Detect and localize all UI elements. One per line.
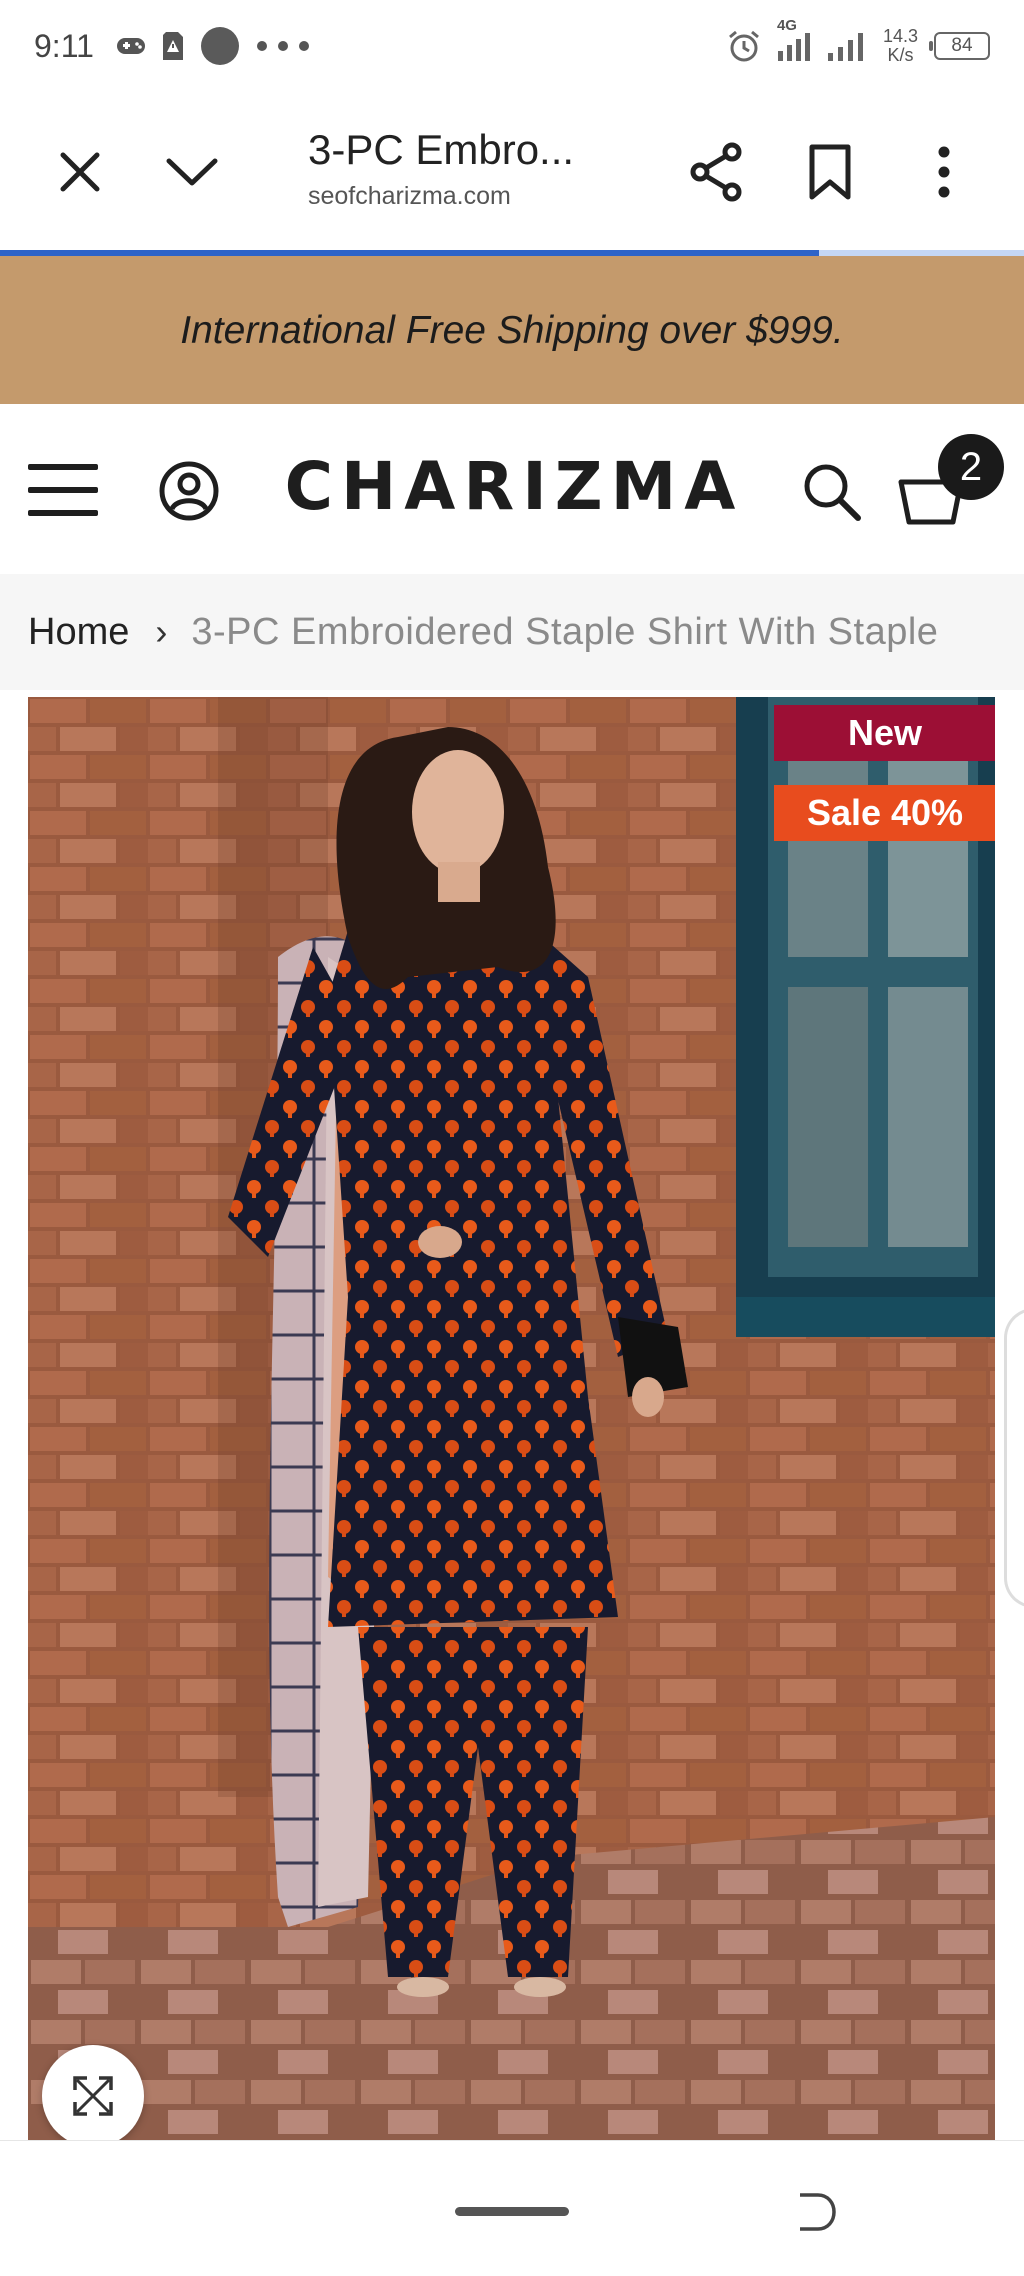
menu-line: [28, 510, 98, 516]
shipping-text: International Free Shipping over $999.: [180, 308, 844, 352]
close-tab-button[interactable]: [40, 132, 120, 212]
more-options-button[interactable]: [904, 132, 984, 212]
more-vert-icon: [938, 146, 950, 198]
network-label: 4G: [776, 17, 797, 34]
bookmark-icon: [809, 144, 851, 200]
breadcrumb-home[interactable]: Home: [28, 611, 129, 654]
site-header: CHARIZMA: [0, 404, 1024, 574]
expand-image-button[interactable]: [42, 2045, 144, 2140]
notification-icons: [116, 26, 310, 66]
status-bar: 9:11 4G 14.3 K/s 84: [0, 0, 1024, 92]
system-nav-bar: [0, 2140, 1024, 2276]
back-gesture-icon[interactable]: [790, 2187, 840, 2237]
signal-4g: 4G: [777, 17, 811, 61]
breadcrumb: Home › 3-PC Embroidered Staple Shirt Wit…: [0, 574, 1024, 690]
gamepad-icon: [116, 38, 145, 54]
signal-icon-2: [827, 33, 863, 61]
menu-icon[interactable]: [28, 464, 98, 516]
cart-count-badge[interactable]: 2: [938, 434, 1004, 500]
dot-icon: [200, 27, 239, 65]
sim-alert-icon: [162, 32, 183, 60]
battery-level: 84: [951, 35, 973, 56]
status-left: 9:11: [34, 26, 310, 66]
share-icon: [690, 142, 742, 202]
badge-sale: Sale 40%: [774, 785, 995, 841]
speed-unit: K/s: [887, 45, 914, 65]
status-time: 9:11: [34, 27, 94, 64]
shipping-banner: International Free Shipping over $999.: [0, 256, 1024, 404]
menu-line: [28, 487, 98, 493]
expand-icon: [73, 2076, 113, 2116]
search-icon[interactable]: [800, 460, 864, 524]
page-title: 3-PC Embro...: [308, 126, 575, 173]
signal-icon: [777, 33, 810, 61]
product-image[interactable]: New Sale 40%: [28, 697, 995, 2140]
battery-icon: 84: [929, 32, 990, 60]
account-icon[interactable]: [158, 460, 220, 522]
more-notifications-icon: [256, 41, 309, 51]
alarm-icon: [728, 30, 759, 62]
speed-value: 14.3: [882, 26, 918, 46]
menu-line: [28, 464, 98, 470]
product-photo: [28, 697, 995, 2140]
status-right: 4G 14.3 K/s 84: [727, 17, 990, 65]
bookmark-button[interactable]: [790, 132, 870, 212]
tab-title-area[interactable]: 3-PC Embro... seofcharizma.com: [308, 126, 608, 211]
share-button[interactable]: [676, 132, 756, 212]
minimize-tab-button[interactable]: [152, 132, 232, 212]
site-logo[interactable]: CHARIZMA: [274, 448, 754, 525]
breadcrumb-current: 3-PC Embroidered Staple Shirt With Stapl…: [191, 610, 939, 653]
side-drawer-handle[interactable]: [1004, 1308, 1024, 1608]
page-url: seofcharizma.com: [308, 182, 511, 210]
breadcrumb-separator: ›: [155, 611, 168, 652]
browser-toolbar: 3-PC Embro... seofcharizma.com: [0, 92, 1024, 252]
close-icon: [60, 152, 100, 192]
chevron-down-icon: [166, 158, 218, 186]
badge-new: New: [774, 705, 995, 761]
network-speed: 14.3 K/s: [883, 27, 918, 65]
home-gesture-bar[interactable]: [455, 2207, 569, 2216]
